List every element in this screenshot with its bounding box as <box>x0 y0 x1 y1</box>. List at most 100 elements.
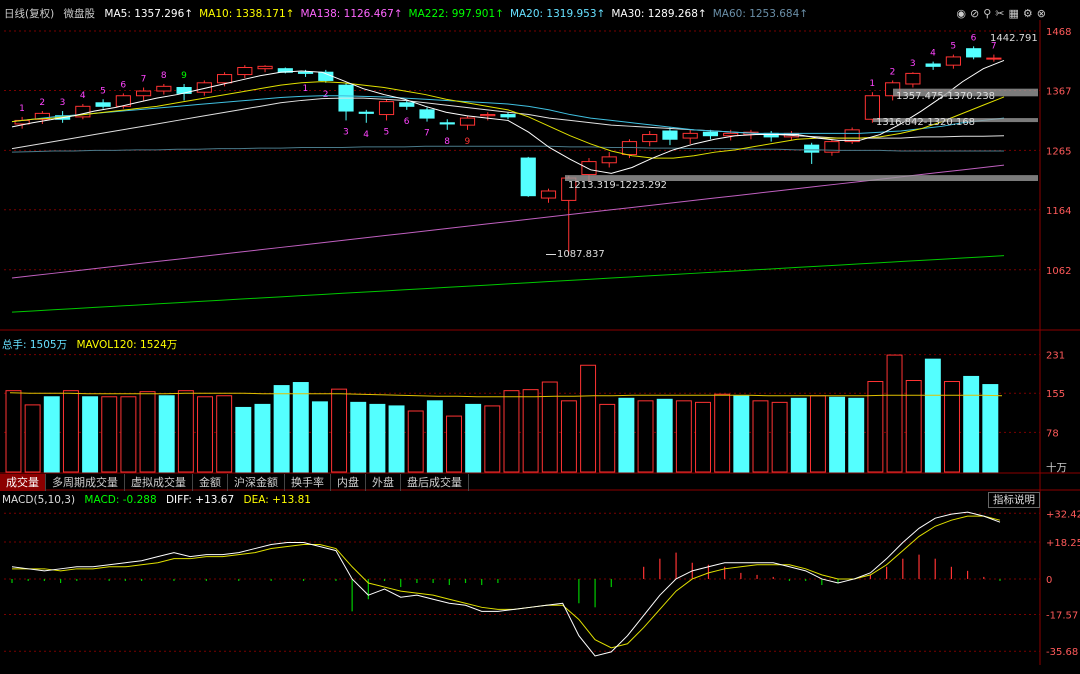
volume-bar <box>675 400 692 473</box>
ma-legend-item: MA138: 1126.467↑ <box>300 8 403 20</box>
candle-body <box>520 157 536 197</box>
tab-7[interactable]: 外盘 <box>366 474 401 491</box>
volume-bar <box>254 403 271 473</box>
sequence-label: 2 <box>39 98 45 108</box>
range1-label: 1357.475-1370.238 <box>896 91 995 102</box>
y-tick-label: 1468 <box>1046 27 1071 38</box>
volume-bar <box>43 396 60 473</box>
ma-legend-item: MA222: 997.901↑ <box>408 8 504 20</box>
sequence-label: 7 <box>424 129 430 139</box>
scissors-icon[interactable]: ✂ <box>995 7 1008 20</box>
volume-bar <box>101 396 118 473</box>
indicator-tabs: 成交量 多周期成交量 虚拟成交量 金额 沪深金额 换手率 内盘 外盘 盘后成交量 <box>0 474 469 491</box>
y-tick-label: 0 <box>1046 575 1052 586</box>
candle-body <box>682 132 698 139</box>
period-label: 日线(复权) <box>4 8 55 20</box>
candle-body <box>601 156 617 164</box>
volume-bar <box>484 405 501 473</box>
candle-body <box>439 122 455 125</box>
sequence-label: 4 <box>363 130 369 140</box>
stock-name: 微盘股 <box>63 8 96 20</box>
volume-bar <box>886 354 903 473</box>
range3-label: 1213.319-1223.292 <box>568 180 667 191</box>
ma222-line <box>11 255 1005 313</box>
candle-body <box>378 101 395 116</box>
dea-line <box>12 515 1001 649</box>
tab-3[interactable]: 金额 <box>193 474 228 491</box>
sequence-label: 6 <box>971 33 977 43</box>
diff-value: DIFF: +13.67 <box>165 494 235 506</box>
candle-body <box>459 117 476 126</box>
volume-bar <box>982 384 999 473</box>
volume-bar <box>235 406 252 473</box>
candle-body <box>419 109 435 119</box>
market-chart: 12 34 567 8 9123 4 5678 91234567 10621164126513… <box>0 20 1080 665</box>
tab-2[interactable]: 虚拟成交量 <box>125 474 193 491</box>
volume-bar <box>446 415 462 473</box>
ma-legend-item: MA10: 1338.171↑ <box>199 8 295 20</box>
candle-body <box>702 131 719 137</box>
tab-8[interactable]: 盘后成交量 <box>401 474 469 491</box>
y-tick-label: 1367 <box>1046 86 1071 97</box>
chart-tools: ◉⊘⚲✂▦⚙⊗ <box>956 7 1050 20</box>
sequence-label: 3 <box>910 59 916 69</box>
volume-bar <box>369 403 386 473</box>
tab-1[interactable]: 多周期成交量 <box>46 474 125 491</box>
candle-body <box>966 48 982 58</box>
volume-bar <box>771 401 788 473</box>
tab-0[interactable]: 成交量 <box>0 474 46 491</box>
volume-bar <box>503 390 520 473</box>
volume-unit: 十万 <box>1046 462 1067 474</box>
y-tick-label: 78 <box>1046 428 1059 439</box>
y-tick-label: 1164 <box>1046 206 1071 217</box>
volume-header: 总手: 1505万 MAVOL120: 1524万 <box>2 337 183 352</box>
candle-body <box>156 85 172 92</box>
macd-chart <box>11 511 1001 657</box>
tab-5[interactable]: 换手率 <box>285 474 331 491</box>
candle-body <box>905 72 921 85</box>
candle-body <box>297 71 314 74</box>
candle-body <box>500 114 516 118</box>
volume-bar <box>292 382 309 473</box>
tab-6[interactable]: 内盘 <box>331 474 366 491</box>
pin-icon[interactable]: ⚲ <box>983 7 995 20</box>
y-tick-label: 1265 <box>1046 146 1071 157</box>
grid-icon[interactable]: ▦ <box>1009 7 1023 20</box>
volume-bar <box>905 380 922 473</box>
volume-bar <box>541 381 558 473</box>
sequence-label: 3 <box>343 127 349 137</box>
eye-slash-icon[interactable]: ⊘ <box>970 7 983 20</box>
high-label: 1442.791 <box>990 33 1038 44</box>
volume-bar <box>752 400 769 473</box>
volume-bar <box>637 400 654 473</box>
candle-body <box>642 134 658 143</box>
tab-4[interactable]: 沪深金额 <box>228 474 285 491</box>
volume-bar <box>139 391 156 473</box>
ma-legend-item: MA5: 1357.296↑ <box>104 8 194 20</box>
sequence-label: 5 <box>950 42 956 52</box>
eye-icon[interactable]: ◉ <box>956 7 970 20</box>
volume-bar <box>714 393 731 473</box>
sequence-label: 3 <box>60 98 66 108</box>
ma138-line <box>11 164 1005 279</box>
y-tick-label: -35.68 <box>1046 647 1078 658</box>
mavol-label: MAVOL120: 1524万 <box>76 339 178 351</box>
volume-bar <box>177 390 194 473</box>
low-label: 1087.837 <box>557 249 605 260</box>
volume-bar <box>158 395 175 473</box>
candle-body <box>480 114 496 117</box>
sequence-label: 9 <box>465 137 471 147</box>
candle-body <box>237 67 253 76</box>
settings-icon[interactable]: ⚙ <box>1023 7 1037 20</box>
volume-bar <box>580 364 597 473</box>
indicator-explain-button[interactable]: 指标说明 <box>988 492 1040 508</box>
volume-bar <box>695 401 711 473</box>
candle-body <box>662 130 678 140</box>
sequence-label: 5 <box>100 86 106 96</box>
macd-header: MACD(5,10,3) MACD: -0.288 DIFF: +13.67 D… <box>2 494 317 506</box>
volume-bar <box>790 397 807 473</box>
close-icon[interactable]: ⊗ <box>1037 7 1050 20</box>
candle-body <box>925 63 941 67</box>
sequence-label: 6 <box>120 80 126 90</box>
volume-bar <box>331 388 348 473</box>
